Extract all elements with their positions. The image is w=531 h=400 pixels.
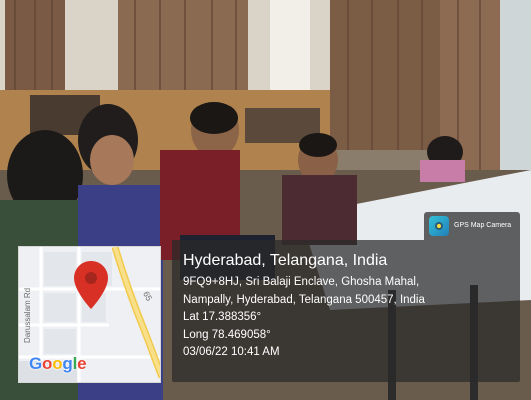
- google-logo: Google: [29, 354, 87, 373]
- gps-app-name: GPS Map Camera: [454, 222, 512, 229]
- gps-map-camera-logo-icon: [429, 216, 449, 236]
- address-line-2: Nampally, Hyderabad, Telangana 500457, I…: [183, 293, 425, 306]
- location-title: Hyderabad, Telangana, India: [183, 252, 388, 269]
- map-thumbnail: 65 Darussalam Rd Google: [18, 246, 161, 383]
- address-line-1: 9FQ9+8HJ, Sri Balaji Enclave, Ghosha Mah…: [183, 276, 420, 288]
- gps-map-camera-badge: GPS Map Camera: [424, 212, 520, 240]
- location-info-panel: Hyderabad, Telangana, India 9FQ9+8HJ, Sr…: [172, 240, 520, 382]
- road-name-label: Darussalam Rd: [23, 287, 32, 343]
- longitude: Long 78.469058°: [183, 328, 271, 341]
- latitude: Lat 17.388356°: [183, 311, 262, 323]
- datetime: 03/06/22 10:41 AM: [183, 346, 280, 358]
